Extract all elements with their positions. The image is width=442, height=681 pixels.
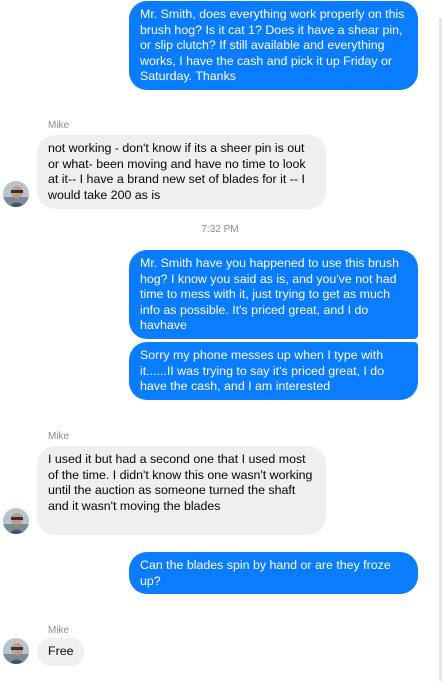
incoming-message[interactable]: Free: [37, 638, 85, 666]
avatar[interactable]: [3, 181, 29, 207]
message-thread: Mr. Smith, does everything work properly…: [0, 0, 442, 681]
contact-avatar-photo-icon: [3, 181, 29, 207]
sender-name: Mike: [48, 625, 70, 636]
contact-avatar-photo-icon: [3, 508, 29, 534]
incoming-message[interactable]: not working - don't know if its a sheer …: [37, 135, 326, 209]
outgoing-message[interactable]: Mr. Smith have you happened to use this …: [129, 250, 418, 339]
outgoing-message[interactable]: Mr. Smith, does everything work properly…: [129, 1, 418, 90]
incoming-message[interactable]: I used it but had a second one that I us…: [37, 446, 326, 535]
avatar[interactable]: [3, 638, 29, 664]
sender-name: Mike: [48, 120, 70, 131]
contact-avatar-photo-icon: [3, 638, 29, 664]
outgoing-message[interactable]: Sorry my phone messes up when I type wit…: [129, 342, 418, 400]
avatar[interactable]: [3, 508, 29, 534]
sender-name: Mike: [48, 431, 70, 442]
timestamp: 7:32 PM: [201, 224, 239, 235]
outgoing-message[interactable]: Can the blades spin by hand or are they …: [129, 552, 418, 594]
